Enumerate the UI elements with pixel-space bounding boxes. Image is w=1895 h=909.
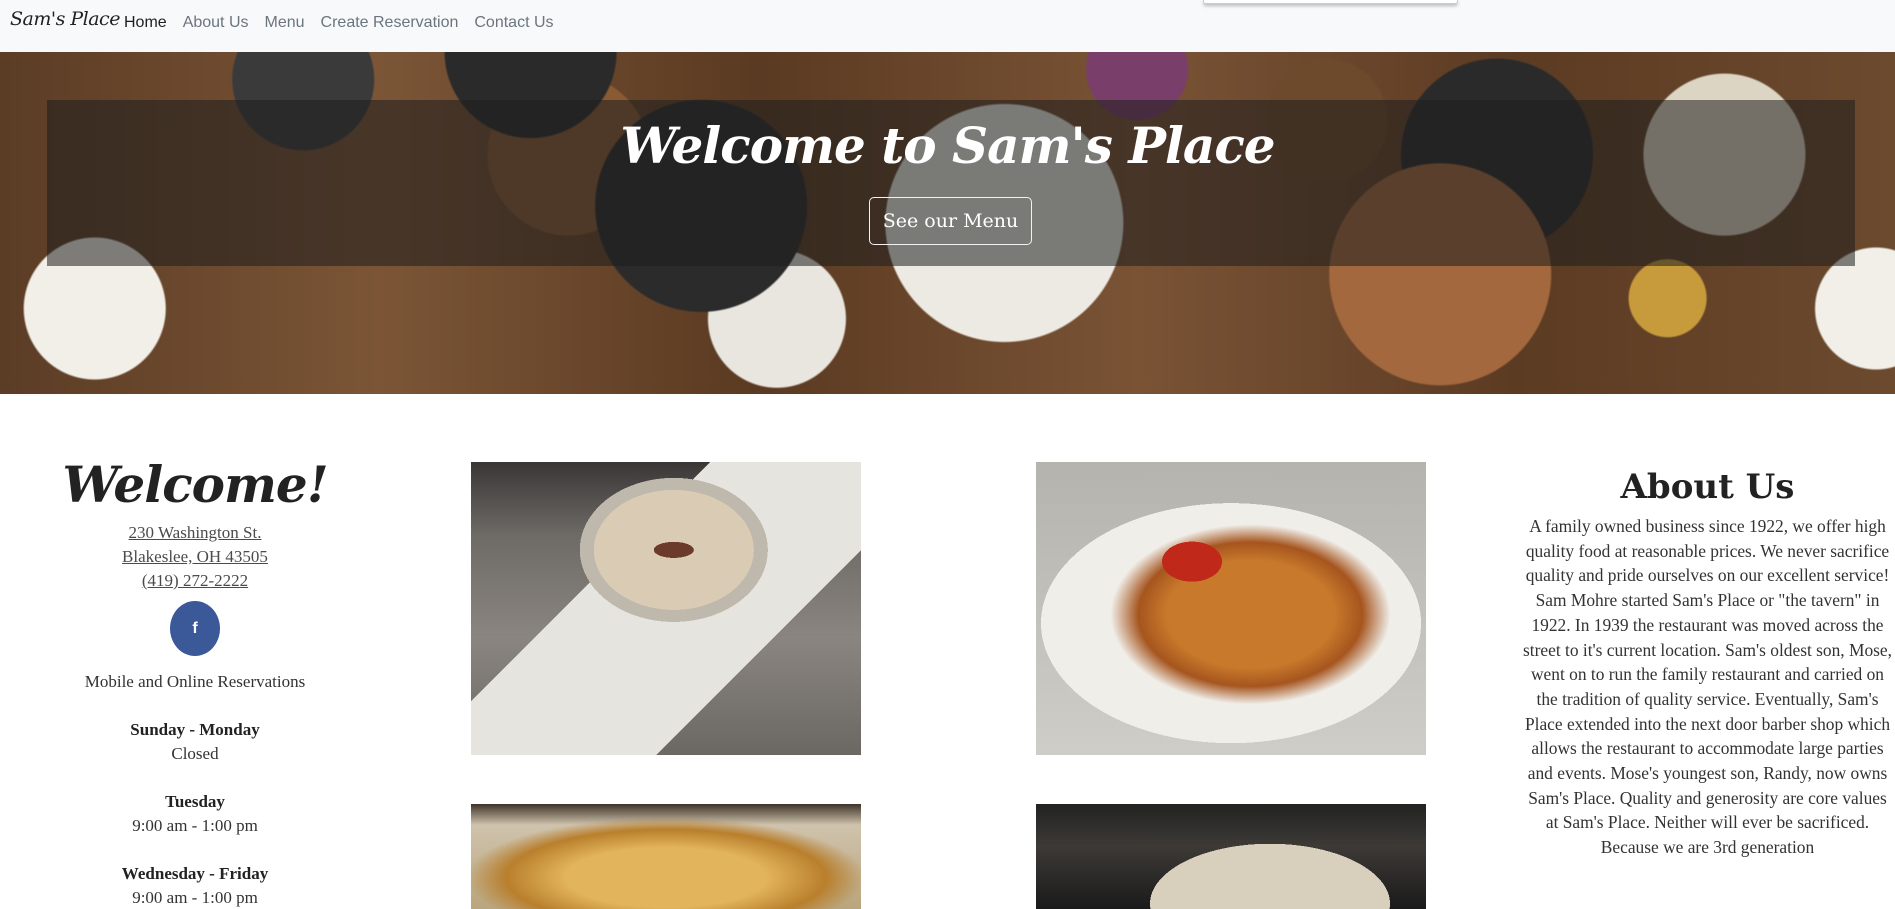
dropdown-stub — [1203, 0, 1458, 4]
reservations-text: Mobile and Online Reservations — [84, 672, 306, 691]
nav-link-home[interactable]: Home — [124, 14, 167, 32]
about-title: About Us — [1620, 467, 1795, 507]
welcome-section: Welcome! 230 Washington St. Blakeslee, O… — [48, 455, 342, 909]
address-line1-link[interactable]: 230 Washington St. — [48, 521, 342, 545]
nav-link-menu[interactable]: Menu — [265, 14, 305, 32]
navbar: Sam's Place Home About Us Menu Create Re… — [0, 0, 1895, 52]
plated-food-photo — [1036, 804, 1426, 909]
hours-day: Sunday - Monday — [130, 720, 260, 739]
see-menu-button[interactable]: See our Menu — [869, 197, 1032, 245]
about-text: A family owned business since 1922, we o… — [1523, 516, 1892, 858]
hours-time: 9:00 am - 1:00 pm — [132, 816, 258, 835]
nav-link-about-us[interactable]: About Us — [183, 14, 249, 32]
facebook-icon[interactable]: f — [170, 601, 220, 656]
chips-photo — [471, 804, 861, 909]
hours-day: Wednesday - Friday — [121, 864, 269, 883]
address-line2-link[interactable]: Blakeslee, OH 43505 — [48, 545, 342, 569]
dessert-drink-photo — [471, 462, 861, 755]
phone-link[interactable]: (419) 272-2222 — [48, 569, 342, 593]
hours-day: Tuesday — [165, 792, 225, 811]
brand-logo[interactable]: Sam's Place — [10, 8, 120, 30]
hours-time: 9:00 am - 1:00 pm — [132, 888, 258, 907]
hours-time: Closed — [171, 744, 219, 763]
hero-title: Welcome to Sam's Place — [620, 116, 1275, 175]
nav-links: Home About Us Menu Create Reservation Co… — [124, 14, 570, 32]
fried-appetizer-photo — [1036, 462, 1426, 755]
hero-banner: Welcome to Sam's Place See our Menu — [0, 52, 1895, 394]
nav-link-create-reservation[interactable]: Create Reservation — [321, 14, 459, 32]
welcome-title: Welcome! — [62, 455, 328, 514]
about-section: About Us A family owned business since 1… — [1520, 462, 1895, 860]
nav-link-contact-us[interactable]: Contact Us — [474, 14, 553, 32]
